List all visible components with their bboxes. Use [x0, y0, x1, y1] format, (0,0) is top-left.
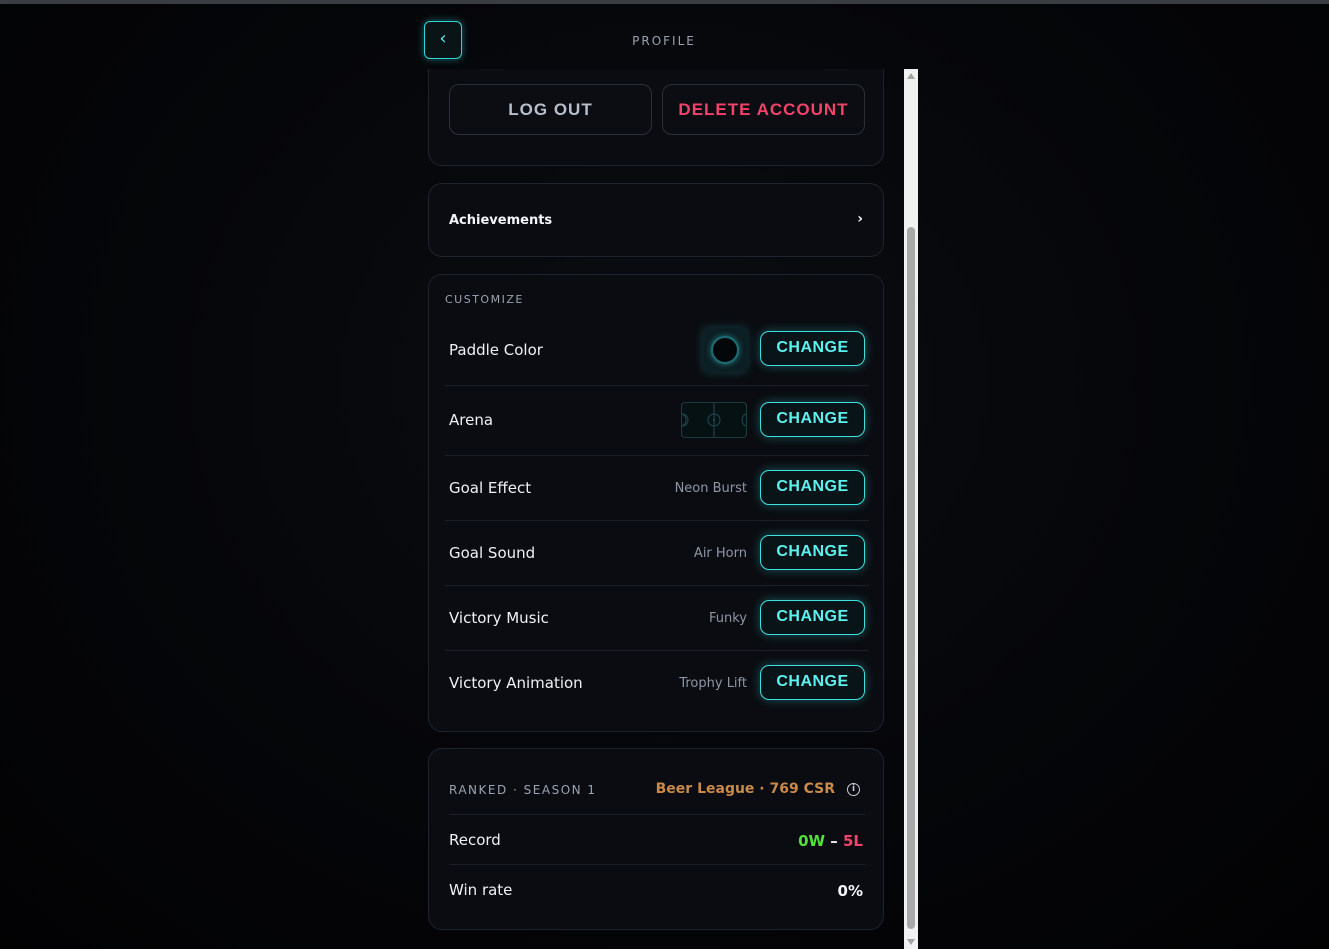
achievements-label: Achievements — [449, 213, 553, 228]
record-label: Record — [449, 831, 501, 849]
customize-section-label: CUSTOMIZE — [445, 293, 524, 306]
record-value: 0W – 5L — [798, 832, 863, 850]
customize-row-goal-effect: Goal Effect Neon Burst CHANGE — [445, 456, 869, 521]
change-victory-music-button[interactable]: CHANGE — [760, 600, 865, 635]
achievements-row[interactable]: Achievements › — [428, 183, 884, 257]
chevron-right-icon: › — [857, 211, 863, 227]
change-paddle-color-button[interactable]: CHANGE — [760, 331, 865, 366]
page-title: PROFILE — [632, 34, 696, 48]
customize-row-paddle-color: Paddle Color CHANGE — [445, 315, 869, 386]
row-label: Victory Music — [449, 609, 549, 627]
row-label: Arena — [449, 411, 494, 429]
change-victory-animation-button[interactable]: CHANGE — [760, 665, 865, 700]
profile-scroll-area[interactable]: LOG OUT DELETE ACCOUNT Achievements › CU… — [420, 69, 918, 949]
paddle-color-swatch — [703, 328, 747, 372]
record-separator: – — [825, 832, 843, 850]
losses-count: 5L — [843, 832, 863, 850]
customize-row-victory-animation: Victory Animation Trophy Lift CHANGE — [445, 651, 869, 716]
customize-row-arena: Arena CHANGE — [445, 386, 869, 456]
change-goal-effect-button[interactable]: CHANGE — [760, 470, 865, 505]
ranked-tier: Beer League · 769 CSR — [655, 781, 835, 797]
row-value: Neon Burst — [674, 481, 747, 496]
customize-row-goal-sound: Goal Sound Air Horn CHANGE — [445, 521, 869, 586]
arena-field-icon — [681, 403, 747, 437]
ranked-season-label: RANKED · SEASON 1 — [449, 783, 597, 797]
wins-count: 0W — [798, 832, 826, 850]
winrate-label: Win rate — [449, 881, 513, 899]
arena-preview — [681, 402, 747, 438]
paddle-color-preview — [711, 336, 739, 364]
divider — [449, 814, 865, 815]
scroll-down-arrow-icon[interactable] — [907, 939, 915, 945]
logout-button[interactable]: LOG OUT — [449, 84, 652, 135]
scrollbar[interactable] — [904, 69, 918, 949]
back-button[interactable]: ‹ — [424, 21, 462, 59]
change-goal-sound-button[interactable]: CHANGE — [760, 535, 865, 570]
row-label: Victory Animation — [449, 674, 583, 692]
account-actions-card: LOG OUT DELETE ACCOUNT — [428, 69, 884, 166]
row-value: Trophy Lift — [679, 676, 747, 691]
scrollbar-thumb[interactable] — [907, 227, 915, 929]
customize-card: CUSTOMIZE Paddle Color CHANGE Arena CHAN… — [428, 274, 884, 732]
row-label: Goal Sound — [449, 544, 536, 562]
row-label: Goal Effect — [449, 479, 532, 497]
scroll-up-arrow-icon[interactable] — [907, 73, 915, 79]
row-value: Air Horn — [693, 546, 747, 561]
divider — [449, 864, 865, 865]
row-label: Paddle Color — [449, 341, 543, 359]
change-arena-button[interactable]: CHANGE — [760, 402, 865, 437]
delete-account-button[interactable]: DELETE ACCOUNT — [662, 84, 865, 135]
winrate-value: 0% — [837, 882, 863, 900]
info-icon[interactable]: i — [847, 783, 860, 796]
customize-row-victory-music: Victory Music Funky CHANGE — [445, 586, 869, 651]
ranked-card: RANKED · SEASON 1 Beer League · 769 CSR … — [428, 748, 884, 930]
chevron-left-icon: ‹ — [439, 28, 447, 49]
row-value: Funky — [708, 611, 747, 626]
